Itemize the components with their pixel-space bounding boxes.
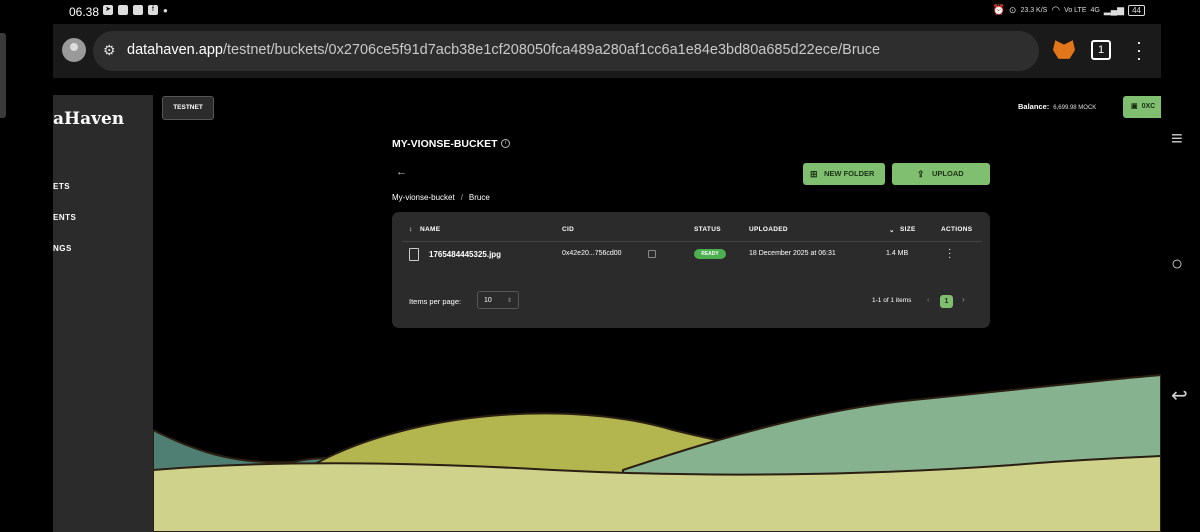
tab-switcher-button[interactable]: 1 — [1091, 40, 1111, 60]
profile-avatar[interactable] — [62, 38, 86, 62]
more-dot-icon: ● — [163, 5, 168, 15]
home-nav-icon[interactable]: ○ — [1171, 253, 1183, 276]
sidebar-item-payments[interactable]: ENTS — [53, 213, 76, 222]
url-text[interactable]: datahaven.app/testnet/buckets/0x2706ce5f… — [127, 42, 880, 58]
wallet-button[interactable]: ▣ 0XC — [1123, 96, 1161, 118]
balance-value: 6,699.98 MOCK — [1053, 105, 1097, 111]
battery-indicator: 44 — [1128, 5, 1145, 16]
breadcrumb-bucket[interactable]: My-vionse-bucket — [392, 193, 455, 202]
status-time: 06.38 — [69, 5, 100, 19]
status-bar: 06.38 ➤ f ● ⏰ ⊙ 23.3 K/S ◠ Vo LTE 4G ▂▄▆… — [53, 0, 1161, 24]
sidebar-item-settings[interactable]: NGS — [53, 244, 72, 253]
system-icons: ⏰ ⊙ 23.3 K/S ◠ Vo LTE 4G ▂▄▆ 44 — [992, 5, 1145, 16]
hills-illustration — [153, 373, 1161, 532]
status-badge: READY — [694, 249, 726, 259]
address-bar[interactable]: ⚙ datahaven.app/testnet/buckets/0x2706ce… — [93, 31, 1039, 71]
network-type: 4G — [1090, 7, 1100, 14]
pagination-info: 1-1 of 1 items — [872, 297, 912, 304]
file-size: 1.4 MB — [886, 250, 909, 257]
column-header-status: STATUS — [694, 226, 721, 233]
breadcrumb: My-vionse-bucket / Bruce — [392, 193, 490, 202]
url-path: /testnet/buckets/0x2706ce5f91d7acb38e1cf… — [222, 42, 881, 58]
datahaven-logo[interactable]: aHaven — [53, 109, 124, 129]
network-badge[interactable]: TESTNET — [162, 96, 214, 120]
recents-nav-icon[interactable]: ≡ — [1171, 128, 1183, 151]
file-name[interactable]: 1765484445325.jpg — [429, 250, 501, 259]
select-arrows-icon: ⇕ — [506, 298, 512, 304]
upload-label: UPLOAD — [932, 169, 964, 178]
site-settings-icon[interactable]: ⚙ — [103, 42, 119, 58]
breadcrumb-folder[interactable]: Bruce — [469, 193, 490, 202]
back-arrow-icon[interactable]: ← — [396, 166, 407, 178]
items-per-page-select[interactable]: 10 ⇕ — [477, 291, 519, 309]
page-button-current[interactable]: 1 — [940, 295, 953, 308]
balance-display: Balance: 6,699.98 MOCK — [1018, 102, 1096, 111]
folder-plus-icon: ⊞ — [810, 169, 818, 179]
sort-icon[interactable]: ↕ — [409, 226, 413, 233]
copy-icon[interactable] — [648, 250, 656, 258]
wallet-address: 0XC — [1141, 103, 1156, 110]
metamask-extension-icon[interactable] — [1053, 40, 1075, 59]
prev-page-icon[interactable]: ‹ — [927, 295, 930, 304]
column-header-actions: ACTIONS — [941, 226, 973, 233]
upload-button[interactable]: ⇪ UPLOAD — [892, 163, 990, 185]
balance-label: Balance: — [1018, 102, 1050, 111]
items-per-page-label: Items per page: — [409, 297, 462, 306]
back-nav-icon[interactable]: ↩ — [1171, 383, 1188, 408]
column-header-cid: CID — [562, 226, 575, 233]
wallet-icon: ▣ — [1131, 103, 1138, 110]
alarm-icon: ⏰ — [992, 5, 1005, 16]
device-side-strip — [0, 33, 6, 118]
sidebar-item-buckets[interactable]: ETS — [53, 182, 70, 191]
column-header-name[interactable]: NAME — [420, 226, 440, 233]
notification-icons: ➤ f ● — [103, 5, 168, 15]
url-host: datahaven.app — [127, 42, 223, 58]
column-header-size[interactable]: SIZE — [900, 226, 916, 233]
new-folder-button[interactable]: ⊞ NEW FOLDER — [803, 163, 885, 185]
new-folder-label: NEW FOLDER — [824, 169, 875, 178]
signal-icon: ▂▄▆ — [1103, 5, 1125, 15]
telegram-icon: ➤ — [103, 5, 113, 15]
row-actions-menu-icon[interactable]: · · · — [948, 245, 952, 263]
items-per-page-value: 10 — [484, 297, 492, 304]
header-divider — [402, 241, 982, 242]
upload-icon: ⇪ — [917, 169, 925, 179]
facebook-icon: f — [148, 5, 158, 15]
files-table: ↕ NAME CID STATUS UPLOADED ⌄ SIZE ACTION… — [392, 212, 990, 328]
browser-menu-icon[interactable]: · · · — [1135, 33, 1143, 67]
wifi-icon: ◠ — [1051, 5, 1061, 16]
device-edge — [0, 0, 53, 532]
app-notification-icon — [118, 5, 128, 15]
breadcrumb-separator: / — [460, 193, 463, 202]
info-icon[interactable]: i — [501, 139, 510, 148]
message-icon — [133, 5, 143, 15]
nfc-icon: ⊙ — [1008, 5, 1017, 15]
next-page-icon[interactable]: › — [962, 295, 965, 304]
system-nav-bar: ≡ ○ ↩ — [1161, 0, 1200, 532]
network-speed: 23.3 K/S — [1020, 7, 1048, 14]
file-cid: 0x42e20...756cd00 — [562, 250, 622, 257]
column-header-uploaded[interactable]: UPLOADED — [749, 226, 788, 233]
browser-toolbar: ⚙ datahaven.app/testnet/buckets/0x2706ce… — [53, 24, 1161, 78]
app-sidebar: aHaven ETS ENTS NGS — [53, 95, 153, 532]
sort-desc-icon[interactable]: ⌄ — [889, 226, 895, 234]
file-uploaded: 18 December 2025 at 06:31 — [749, 250, 836, 257]
bucket-title: MY-VIONSE-BUCKET — [392, 138, 498, 150]
jpg-file-icon — [409, 248, 419, 261]
volte-indicator: Vo LTE — [1064, 7, 1087, 14]
